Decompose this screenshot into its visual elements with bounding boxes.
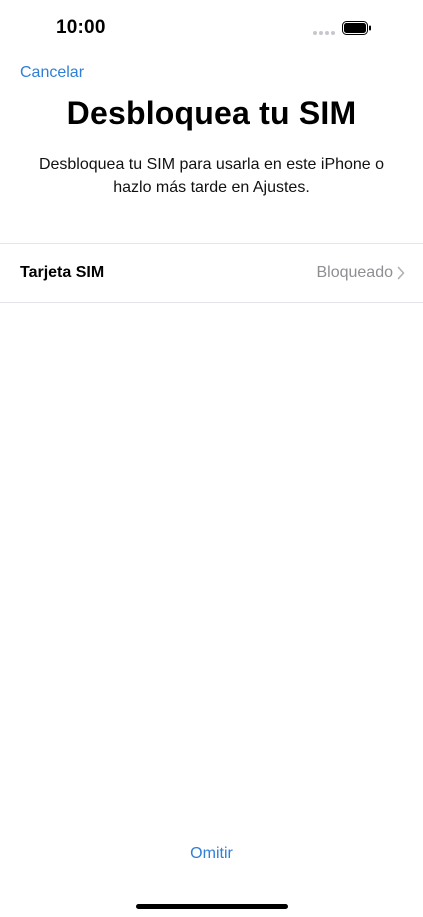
battery-full-icon — [342, 21, 372, 35]
sim-card-status-value: Bloqueado — [316, 264, 393, 281]
page-title: Desbloquea tu SIM — [66, 95, 357, 131]
skip-button[interactable]: Omitir — [0, 845, 423, 863]
page-subtitle: Desbloquea tu SIM para usarla en este iP… — [38, 156, 385, 196]
signal-dots-icon — [313, 30, 337, 36]
chevron-right-icon — [397, 266, 405, 280]
status-time: 10:00 — [56, 17, 106, 38]
home-indicator[interactable] — [136, 904, 288, 909]
cancel-button[interactable]: Cancelar — [20, 64, 84, 82]
sim-card-row[interactable]: Tarjeta SIM Bloqueado — [0, 244, 423, 302]
row-divider-bottom — [0, 302, 423, 303]
sim-card-status: Bloqueado — [316, 264, 405, 282]
sim-card-label: Tarjeta SIM — [20, 264, 105, 281]
status-bar: 10:00 — [0, 0, 423, 56]
